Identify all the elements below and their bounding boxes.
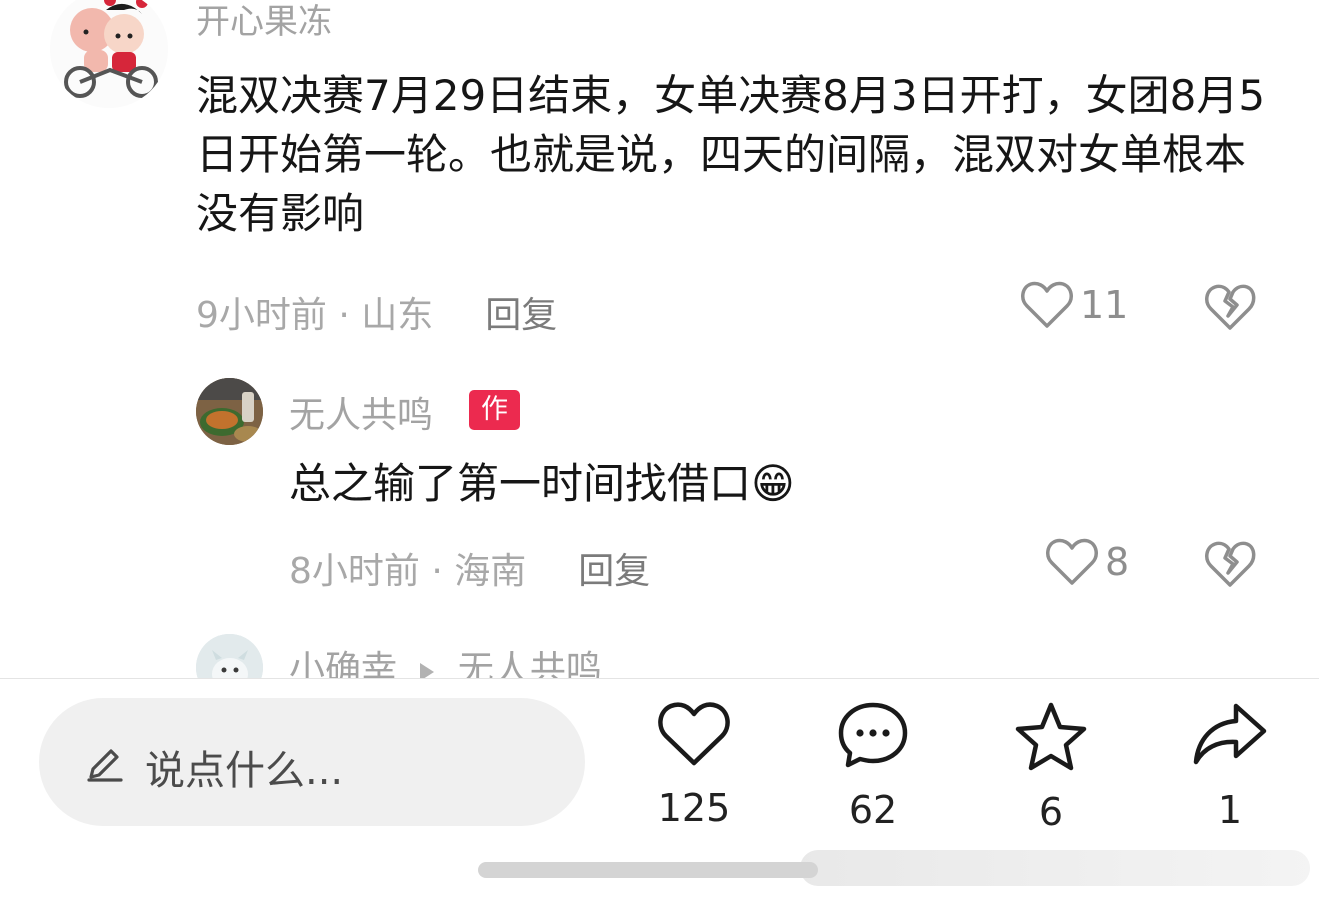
- comment-input-placeholder: 说点什么...: [145, 748, 344, 794]
- dislike-button[interactable]: [1204, 540, 1256, 592]
- avatar[interactable]: [196, 634, 263, 678]
- comment-meta: 9小时前 · 山东 回复: [196, 286, 557, 338]
- comment-text: 混双决赛7月29日结束，女单决赛8月3日开打，女团8月5日开始第一轮。也就是说，…: [196, 71, 1266, 238]
- reply-button[interactable]: 回复: [485, 295, 557, 336]
- star-icon: [1015, 702, 1087, 771]
- reply-to-username[interactable]: 无人共鸣: [458, 649, 602, 678]
- comment-count: 62: [848, 788, 898, 832]
- avatar[interactable]: [50, 0, 168, 108]
- avatar[interactable]: [196, 378, 263, 445]
- comment-meta: 8小时前 · 海南 回复: [289, 542, 650, 594]
- comment-list[interactable]: 开心果冻 混双决赛7月29日结束，女单决赛8月3日开打，女团8月5日开始第一轮。…: [0, 0, 1319, 678]
- home-indicator[interactable]: [478, 862, 818, 878]
- heart-outline-icon: [1021, 281, 1073, 328]
- meta-separator: ·: [419, 551, 455, 592]
- dislike-button[interactable]: [1204, 283, 1256, 335]
- play-arrow-icon: [418, 651, 436, 678]
- comment-screen: 开心果冻 混双决赛7月29日结束，女单决赛8月3日开打，女团8月5日开始第一轮。…: [0, 0, 1319, 897]
- username[interactable]: 无人共鸣: [289, 386, 433, 438]
- heart-outline-icon: [1046, 538, 1098, 585]
- timestamp: 9小时前: [196, 295, 327, 336]
- broken-heart-icon: [1205, 541, 1256, 587]
- comment-post-button[interactable]: 62: [813, 700, 933, 832]
- broken-heart-icon: [1205, 284, 1256, 330]
- cartoon-avatar-icon: [50, 0, 168, 108]
- like-count: 11: [1080, 283, 1129, 327]
- username[interactable]: 小确幸: [289, 649, 397, 678]
- location: 海南: [454, 551, 527, 592]
- reply-button[interactable]: 回复: [578, 551, 650, 592]
- heart-icon: [658, 702, 730, 766]
- comment-input[interactable]: 说点什么...: [39, 698, 585, 826]
- timestamp: 8小时前: [289, 551, 420, 592]
- bottom-bar-divider: [0, 678, 1319, 679]
- like-count: 125: [657, 786, 731, 830]
- comment-like-button[interactable]: 11: [1020, 280, 1128, 330]
- reply-thread-header: 小确幸 无人共鸣: [289, 640, 602, 678]
- food-photo-avatar-icon: [196, 378, 263, 445]
- like-count: 8: [1105, 540, 1130, 584]
- like-post-button[interactable]: 125: [634, 700, 754, 830]
- share-count: 1: [1217, 788, 1243, 832]
- share-post-button[interactable]: 1: [1170, 700, 1290, 832]
- share-arrow-icon: [1193, 703, 1267, 765]
- meta-separator: ·: [326, 295, 362, 336]
- author-badge: 作者: [469, 390, 520, 465]
- location: 山东: [361, 295, 434, 336]
- comment-bubble-icon: [838, 702, 908, 768]
- comment-like-button[interactable]: 8: [1045, 537, 1129, 587]
- username[interactable]: 开心果冻: [196, 0, 332, 43]
- comment-text: 总之输了第一时间找借口😁: [289, 459, 795, 508]
- favorite-post-button[interactable]: 6: [991, 700, 1111, 834]
- favorite-count: 6: [1038, 790, 1064, 834]
- dragon-avatar-icon: [196, 634, 263, 678]
- pencil-icon: [85, 743, 125, 787]
- overlay-fade: [800, 850, 1310, 886]
